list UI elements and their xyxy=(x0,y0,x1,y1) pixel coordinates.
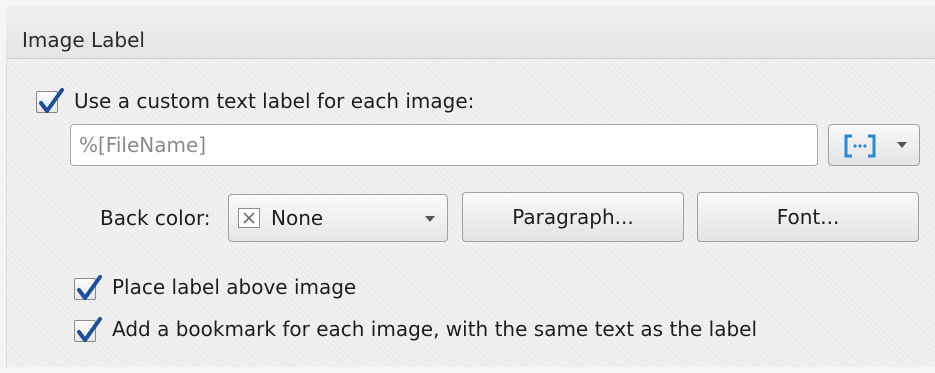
back-color-value: None xyxy=(271,206,324,230)
add-bookmark-checkbox[interactable] xyxy=(74,317,102,342)
image-label-panel xyxy=(6,6,935,367)
back-color-label: Back color: xyxy=(100,206,211,230)
insert-field-icon xyxy=(844,134,876,158)
place-above-label: Place label above image xyxy=(112,275,357,299)
paragraph-button[interactable]: Paragraph... xyxy=(462,192,684,242)
custom-label-field[interactable] xyxy=(70,124,818,166)
insert-field-button[interactable] xyxy=(828,124,920,166)
back-color-select[interactable]: None xyxy=(228,194,448,242)
paragraph-button-label: Paragraph... xyxy=(512,205,634,229)
checkmark-icon xyxy=(77,317,102,342)
font-button-label: Font... xyxy=(776,205,840,229)
checkmark-icon xyxy=(77,275,102,300)
checkmark-icon xyxy=(39,88,64,113)
chevron-down-icon xyxy=(425,216,435,222)
group-header: Image Label xyxy=(6,6,935,59)
custom-label-checkbox-label: Use a custom text label for each image: xyxy=(74,89,475,113)
font-button[interactable]: Font... xyxy=(697,192,919,242)
add-bookmark-label: Add a bookmark for each image, with the … xyxy=(112,317,757,341)
chevron-down-icon xyxy=(897,142,907,148)
place-above-checkbox[interactable] xyxy=(74,275,102,300)
custom-label-checkbox[interactable] xyxy=(36,88,64,113)
custom-label-input[interactable] xyxy=(79,132,799,158)
none-x-icon xyxy=(238,208,260,228)
group-title: Image Label xyxy=(22,28,145,52)
